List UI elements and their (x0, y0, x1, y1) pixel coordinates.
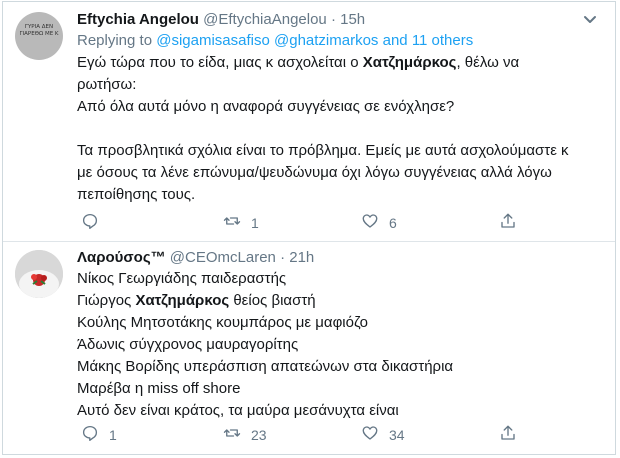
tweet-line: Νίκος Γεωργιάδης παιδεραστής (77, 270, 287, 287)
retweet-icon (223, 424, 241, 445)
avatar-text: ΓΥΡΙΑ ΔΕΝ ΓΙΑΡΕΘΩ ΜΕ Κ (19, 24, 59, 37)
tweet-actions: 1 6 (77, 212, 605, 232)
replying-to: Replying to @sigamisasafiso @ghatzimarko… (77, 30, 605, 52)
tweet-line: Μάκης Βορίδης υπεράσπιση απατεώνων στα δ… (77, 358, 454, 375)
share-button[interactable] (499, 424, 517, 445)
separator-dot: · (280, 249, 286, 266)
avatar[interactable] (15, 250, 63, 298)
timestamp[interactable]: 21h (289, 249, 314, 266)
mention-link[interactable]: @ghatzimarkos (274, 32, 378, 49)
like-icon (361, 212, 379, 233)
avatar-image (15, 250, 63, 298)
author-name[interactable]: Eftychia Angelou (77, 11, 199, 28)
reply-icon (81, 212, 99, 233)
tweet-line: Άδωνις σύγχρονος μαυραγορίτης (77, 336, 299, 353)
retweet-count: 23 (251, 426, 267, 443)
share-icon (499, 212, 517, 233)
others-link[interactable]: 11 others (412, 32, 473, 49)
replying-and: and (382, 32, 408, 49)
separator-dot: · (330, 11, 336, 28)
chevron-down-icon[interactable] (583, 12, 597, 28)
tweet-text: Νίκος Γεωργιάδης παιδεραστής Γιώργος Χατ… (77, 268, 605, 422)
tweet[interactable]: ΓΥΡΙΑ ΔΕΝ ΓΙΑΡΕΘΩ ΜΕ Κ Eftychia Angelou … (3, 2, 615, 242)
tweet-line: ρωτήσω: (77, 76, 137, 93)
like-count: 34 (389, 426, 405, 443)
author-handle[interactable]: @EftychiaAngelou (203, 11, 327, 28)
tweet-line: Τα προσβλητικά σχόλια είναι το πρόβλημα.… (77, 142, 569, 159)
retweet-icon (223, 212, 241, 233)
tweet-actions: 1 23 34 (77, 424, 605, 444)
tweet-content: Λαρούσος™ @CEOmcLaren · 21h Νίκος Γεωργι… (77, 248, 605, 422)
tweet-text: Εγώ τώρα που το είδα, μιας κ ασχολείται … (77, 52, 605, 206)
tweet-line: Μαρέβα η miss off shore (77, 380, 241, 397)
retweet-button[interactable]: 1 (223, 212, 259, 233)
tweet-content: Eftychia Angelou @EftychiaAngelou · 15h … (77, 10, 605, 206)
reply-button[interactable] (81, 212, 109, 233)
tweet-thread: ΓΥΡΙΑ ΔΕΝ ΓΙΑΡΕΘΩ ΜΕ Κ Eftychia Angelou … (2, 1, 616, 455)
like-icon (361, 424, 379, 445)
share-button[interactable] (499, 212, 517, 233)
reply-icon (81, 424, 99, 445)
like-button[interactable]: 34 (361, 424, 405, 445)
tweet-line: Αυτό δεν είναι κράτος, τα μαύρα μεσάνυχτ… (77, 402, 399, 419)
like-count: 6 (389, 214, 397, 231)
tweet-header: Eftychia Angelou @EftychiaAngelou · 15h (77, 10, 605, 30)
like-button[interactable]: 6 (361, 212, 397, 233)
tweet-line: Από όλα αυτά μόνο η αναφορά συγγένειας σ… (77, 98, 455, 115)
replying-to-label: Replying to (77, 32, 153, 49)
highlighted-name: Χατζημάρκος (362, 54, 457, 71)
reply-button[interactable]: 1 (81, 424, 117, 445)
author-name[interactable]: Λαρούσος™ (77, 249, 166, 266)
highlighted-name: Χατζημάρκος (135, 292, 230, 309)
mention-link[interactable]: @sigamisasafiso (156, 32, 270, 49)
tweet-line: πεποίθησης τους. (77, 186, 196, 203)
tweet-line: Εγώ τώρα που το είδα, μιας κ ασχολείται … (77, 54, 520, 71)
reply-count: 1 (109, 426, 117, 443)
tweet-header: Λαρούσος™ @CEOmcLaren · 21h (77, 248, 605, 268)
tweet-line: Γιώργος Χατζημάρκος θείος βιαστή (77, 292, 316, 309)
tweet-line (77, 118, 605, 140)
retweet-button[interactable]: 23 (223, 424, 267, 445)
author-handle[interactable]: @CEOmcLaren (170, 249, 276, 266)
avatar[interactable]: ΓΥΡΙΑ ΔΕΝ ΓΙΑΡΕΘΩ ΜΕ Κ (15, 12, 63, 60)
tweet-line: Κούλης Μητσοτάκης κουμπάρος με μαφιόζο (77, 314, 368, 331)
share-icon (499, 424, 517, 445)
tweet[interactable]: Λαρούσος™ @CEOmcLaren · 21h Νίκος Γεωργι… (3, 242, 615, 454)
timestamp[interactable]: 15h (340, 11, 365, 28)
tweet-line: με όσους τα λένε επώνυμα/ψευδώνυμα όχι λ… (77, 164, 552, 181)
retweet-count: 1 (251, 214, 259, 231)
